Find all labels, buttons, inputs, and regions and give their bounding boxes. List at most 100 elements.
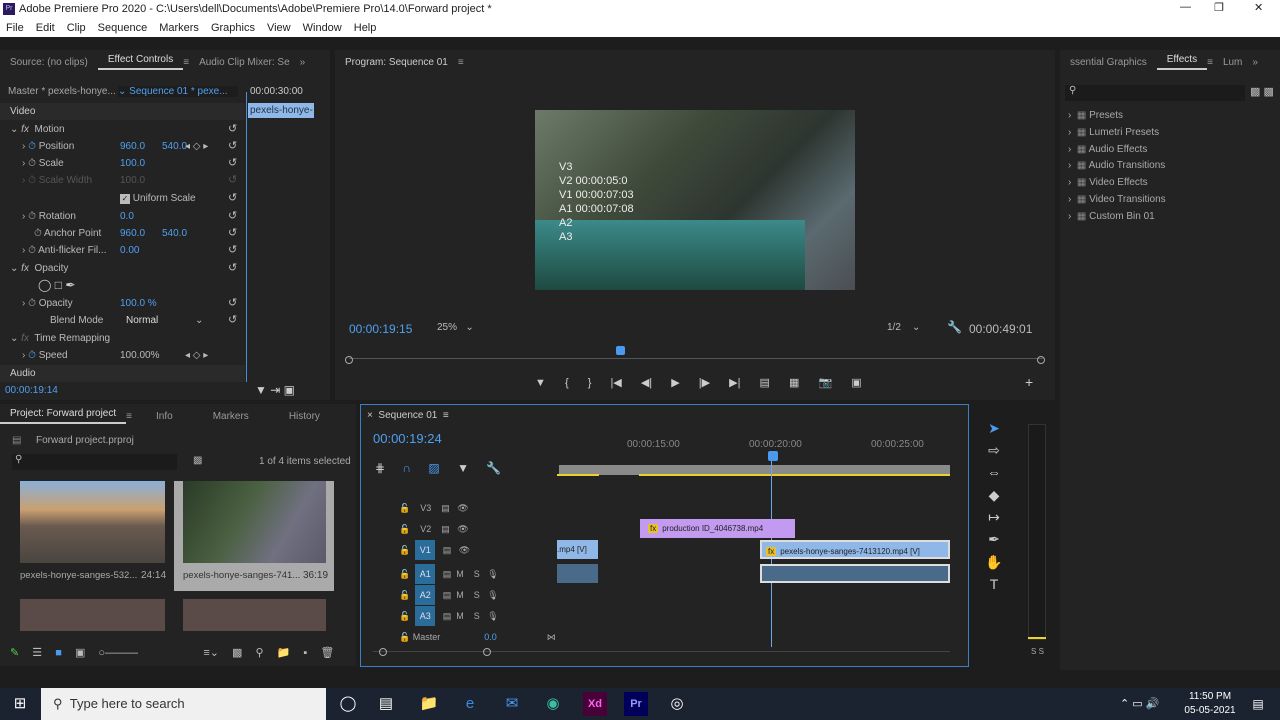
- system-tray-icons[interactable]: ⌃ ▭ 🔊: [1120, 697, 1159, 710]
- go-to-out-icon[interactable]: ▶|: [729, 377, 740, 389]
- uniform-scale-checkbox[interactable]: ✓ Uniform Scale ↺: [0, 190, 245, 207]
- adobe-xd-icon[interactable]: Xd: [583, 692, 607, 716]
- project-search-input[interactable]: ⚲: [12, 454, 177, 470]
- hand-tool-icon[interactable]: ✋: [985, 554, 1003, 571]
- tab-effects[interactable]: Effects: [1156, 54, 1208, 70]
- panel-menu-icon[interactable]: ≡: [458, 57, 464, 68]
- go-to-in-icon[interactable]: |◀: [610, 377, 621, 389]
- tab-lumetri[interactable]: Lum: [1213, 57, 1252, 68]
- opacity-effect[interactable]: ⌄ fx Opacity ↺: [0, 260, 245, 277]
- sort-icon[interactable]: ≡⌄: [203, 647, 219, 659]
- find-icon[interactable]: ⚲: [256, 647, 264, 659]
- more-tabs-icon[interactable]: »: [300, 57, 306, 68]
- premiere-taskbar-icon[interactable]: Pr: [624, 692, 648, 716]
- sequence-clip-dropdown[interactable]: ⌄ Sequence 01 * pexe...: [118, 86, 238, 97]
- scroll-handle-right[interactable]: [483, 648, 491, 656]
- windows-start-icon[interactable]: ⊞: [8, 692, 32, 716]
- program-timecode[interactable]: 00:00:19:15: [349, 322, 412, 336]
- tab-history[interactable]: History: [279, 411, 330, 422]
- selection-tool-icon[interactable]: ➤: [985, 420, 1003, 437]
- filter-icon[interactable]: ▼ ⇥ ▣: [255, 383, 295, 397]
- clip-thumbnail-4[interactable]: [183, 599, 326, 631]
- chrome-edge-icon[interactable]: ◉: [541, 692, 565, 716]
- task-view-icon[interactable]: ▤: [374, 692, 398, 716]
- param-opacity[interactable]: › ⏱ Opacity 100.0 % ↺: [0, 295, 245, 312]
- trash-icon[interactable]: 🗑: [320, 647, 334, 659]
- zoom-handle-right[interactable]: [1037, 356, 1045, 364]
- menu-edit[interactable]: Edit: [36, 22, 55, 34]
- panel-menu-icon[interactable]: ≡: [126, 411, 132, 422]
- nest-icon[interactable]: ⋕: [375, 461, 385, 475]
- mark-out-icon[interactable]: }: [588, 377, 592, 389]
- clip-thumbnail-2[interactable]: [183, 481, 326, 563]
- track-target-a2[interactable]: A2: [415, 585, 436, 605]
- slip-tool-icon[interactable]: ↦: [985, 509, 1003, 526]
- param-anti-flicker[interactable]: › ⏱ Anti-flicker Fil... 0.00 ↺: [0, 242, 245, 259]
- notifications-icon[interactable]: ▤: [1246, 692, 1270, 716]
- more-tabs-icon[interactable]: »: [1252, 57, 1258, 68]
- program-playhead[interactable]: [615, 346, 625, 355]
- tab-program[interactable]: Program: Sequence 01: [335, 57, 458, 68]
- menu-window[interactable]: Window: [303, 22, 342, 34]
- rectangle-mask-icon[interactable]: □: [55, 278, 62, 292]
- find-icon[interactable]: ▩: [193, 455, 202, 466]
- timeline-timecode[interactable]: 00:00:19:24: [373, 431, 442, 446]
- timeline-playhead-handle[interactable]: [768, 451, 778, 461]
- mail-icon[interactable]: ✉: [500, 692, 524, 716]
- blend-mode-dropdown[interactable]: Normal: [126, 312, 158, 329]
- menu-view[interactable]: View: [267, 22, 291, 34]
- param-anchor-point[interactable]: ⏱ Anchor Point 960.0 540.0 ↺: [0, 225, 245, 242]
- track-target-a1[interactable]: A1: [415, 564, 436, 584]
- timeline-horizontal-scroll[interactable]: [373, 651, 950, 652]
- time-remapping-effect[interactable]: ⌄ fx Time Remapping: [0, 330, 245, 347]
- mini-playhead[interactable]: [246, 92, 247, 382]
- tab-audio-clip-mixer[interactable]: Audio Clip Mixer: Se: [189, 57, 300, 68]
- clip-a1-left[interactable]: [557, 564, 598, 583]
- file-explorer-icon[interactable]: 📁: [417, 692, 441, 716]
- tab-effect-controls[interactable]: Effect Controls: [97, 54, 184, 70]
- menu-graphics[interactable]: Graphics: [211, 22, 255, 34]
- step-back-icon[interactable]: ◀|: [641, 377, 652, 389]
- param-scale[interactable]: › ⏱ Scale 100.0 ↺: [0, 155, 245, 172]
- play-icon[interactable]: ▶: [671, 377, 679, 389]
- effects-item-presets[interactable]: › ▦ Presets: [1068, 108, 1166, 125]
- timeline-tab[interactable]: × Sequence 01 ≡: [367, 410, 449, 421]
- menu-help[interactable]: Help: [354, 22, 377, 34]
- add-button-icon[interactable]: +: [1025, 374, 1033, 390]
- effects-item-lumetri-presets[interactable]: › ▦ Lumetri Presets: [1068, 125, 1166, 142]
- meter-solo-labels[interactable]: S S: [1031, 647, 1044, 656]
- param-position[interactable]: › ⏱ Position 960.0 540.0 ◂ ◇ ▸ ↺: [0, 138, 245, 155]
- extract-icon[interactable]: ▦: [789, 377, 799, 389]
- marker-icon[interactable]: ▼: [457, 461, 469, 475]
- tab-essential-graphics[interactable]: ssential Graphics: [1060, 57, 1157, 68]
- clip-thumbnail-1[interactable]: [20, 481, 165, 563]
- settings-wrench-icon[interactable]: 🔧: [947, 320, 962, 334]
- comparison-view-icon[interactable]: ▣: [851, 377, 861, 389]
- maximize-button[interactable]: ❐: [1214, 1, 1224, 14]
- clip-v2-production[interactable]: fx production ID_4046738.mp4: [640, 519, 795, 538]
- lift-icon[interactable]: ▤: [760, 377, 770, 389]
- param-rotation[interactable]: › ⏱ Rotation 0.0 ↺: [0, 208, 245, 225]
- taskbar-search[interactable]: ⚲ Type here to search: [41, 688, 326, 720]
- freeform-view-icon[interactable]: ▣: [75, 647, 85, 659]
- linked-selection-icon[interactable]: ▨: [428, 461, 439, 475]
- program-scrubber[interactable]: [349, 358, 1043, 359]
- tab-source[interactable]: Source: (no clips): [0, 57, 98, 68]
- pen-mask-icon[interactable]: ✒: [65, 278, 75, 292]
- icon-view-icon[interactable]: ■: [55, 647, 62, 659]
- list-view-icon[interactable]: ☰: [32, 647, 42, 659]
- pen-tool-icon[interactable]: ✒: [985, 531, 1003, 548]
- zoom-handle-left[interactable]: [345, 356, 353, 364]
- automate-icon[interactable]: ▩: [232, 647, 242, 659]
- ellipse-mask-icon[interactable]: ◯: [38, 278, 51, 292]
- param-speed[interactable]: › ⏱ Speed 100.00% ◂ ◇ ▸: [0, 347, 245, 364]
- clip-v1-pexels[interactable]: fx pexels-honye-sanges-7413120.mp4 [V]: [760, 540, 950, 559]
- zoom-slider[interactable]: ○———: [98, 647, 138, 659]
- tab-markers[interactable]: Markers: [203, 411, 259, 422]
- clip-v1-left[interactable]: .mp4 [V]: [557, 540, 598, 559]
- menu-clip[interactable]: Clip: [67, 22, 86, 34]
- zoom-dropdown[interactable]: 25% ⌄: [437, 322, 474, 333]
- menu-markers[interactable]: Markers: [159, 22, 199, 34]
- video-preview[interactable]: V3 V2 00:00:05:0 V1 00:00:07:03 A1 00:00:07…: [535, 110, 855, 290]
- export-frame-icon[interactable]: 📷: [818, 377, 832, 389]
